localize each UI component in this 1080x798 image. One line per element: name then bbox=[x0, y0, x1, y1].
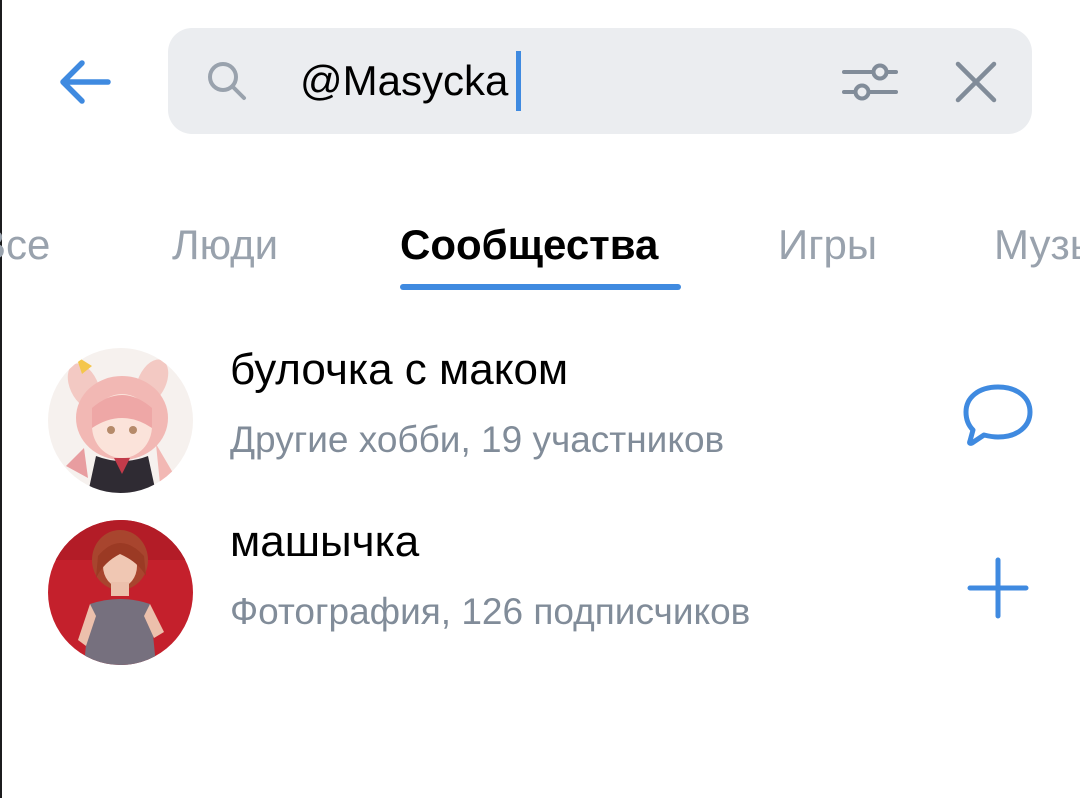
plus-icon bbox=[967, 557, 1029, 619]
result-title: машычка bbox=[230, 517, 420, 566]
search-input-value: @Masycka bbox=[300, 57, 509, 104]
community-avatar-anime bbox=[48, 348, 193, 493]
subscribe-button[interactable] bbox=[950, 540, 1046, 636]
avatar bbox=[48, 520, 193, 665]
message-button[interactable] bbox=[950, 368, 1046, 464]
back-button[interactable] bbox=[50, 48, 118, 116]
clear-search-button[interactable] bbox=[948, 54, 1004, 110]
arrow-left-icon bbox=[60, 60, 111, 104]
result-title: булочка с маком bbox=[230, 345, 569, 394]
community-avatar-photo bbox=[48, 520, 193, 665]
tab-communities[interactable]: Сообщества bbox=[400, 210, 658, 280]
active-tab-indicator bbox=[400, 284, 681, 290]
search-category-tabs: Все Люди Сообщества Игры Музыка bbox=[0, 210, 1080, 300]
close-icon bbox=[955, 61, 997, 103]
tab-games[interactable]: Игры bbox=[778, 210, 877, 280]
result-subtitle: Другие хобби, 19 участников bbox=[230, 419, 725, 460]
tab-people[interactable]: Люди bbox=[172, 210, 278, 280]
avatar bbox=[48, 348, 193, 493]
text-caret bbox=[516, 51, 522, 111]
filter-button[interactable] bbox=[836, 54, 904, 110]
search-bar[interactable]: @Masycka bbox=[168, 28, 1032, 134]
search-icon bbox=[208, 62, 246, 100]
message-bubble-icon bbox=[963, 384, 1033, 446]
list-item[interactable]: машычка Фотография, 126 подписчиков bbox=[0, 512, 1080, 672]
search-input[interactable]: @Masycka bbox=[300, 50, 522, 112]
result-subtitle: Фотография, 126 подписчиков bbox=[230, 591, 751, 632]
tab-music[interactable]: Музыка bbox=[994, 210, 1080, 280]
list-item[interactable]: булочка с маком Другие хобби, 19 участни… bbox=[0, 340, 1080, 500]
tab-all[interactable]: Все bbox=[0, 210, 50, 280]
search-screen: @Masycka Все Люди Сообщества Игры Музыка bbox=[0, 0, 1080, 798]
sliders-icon bbox=[842, 63, 898, 101]
